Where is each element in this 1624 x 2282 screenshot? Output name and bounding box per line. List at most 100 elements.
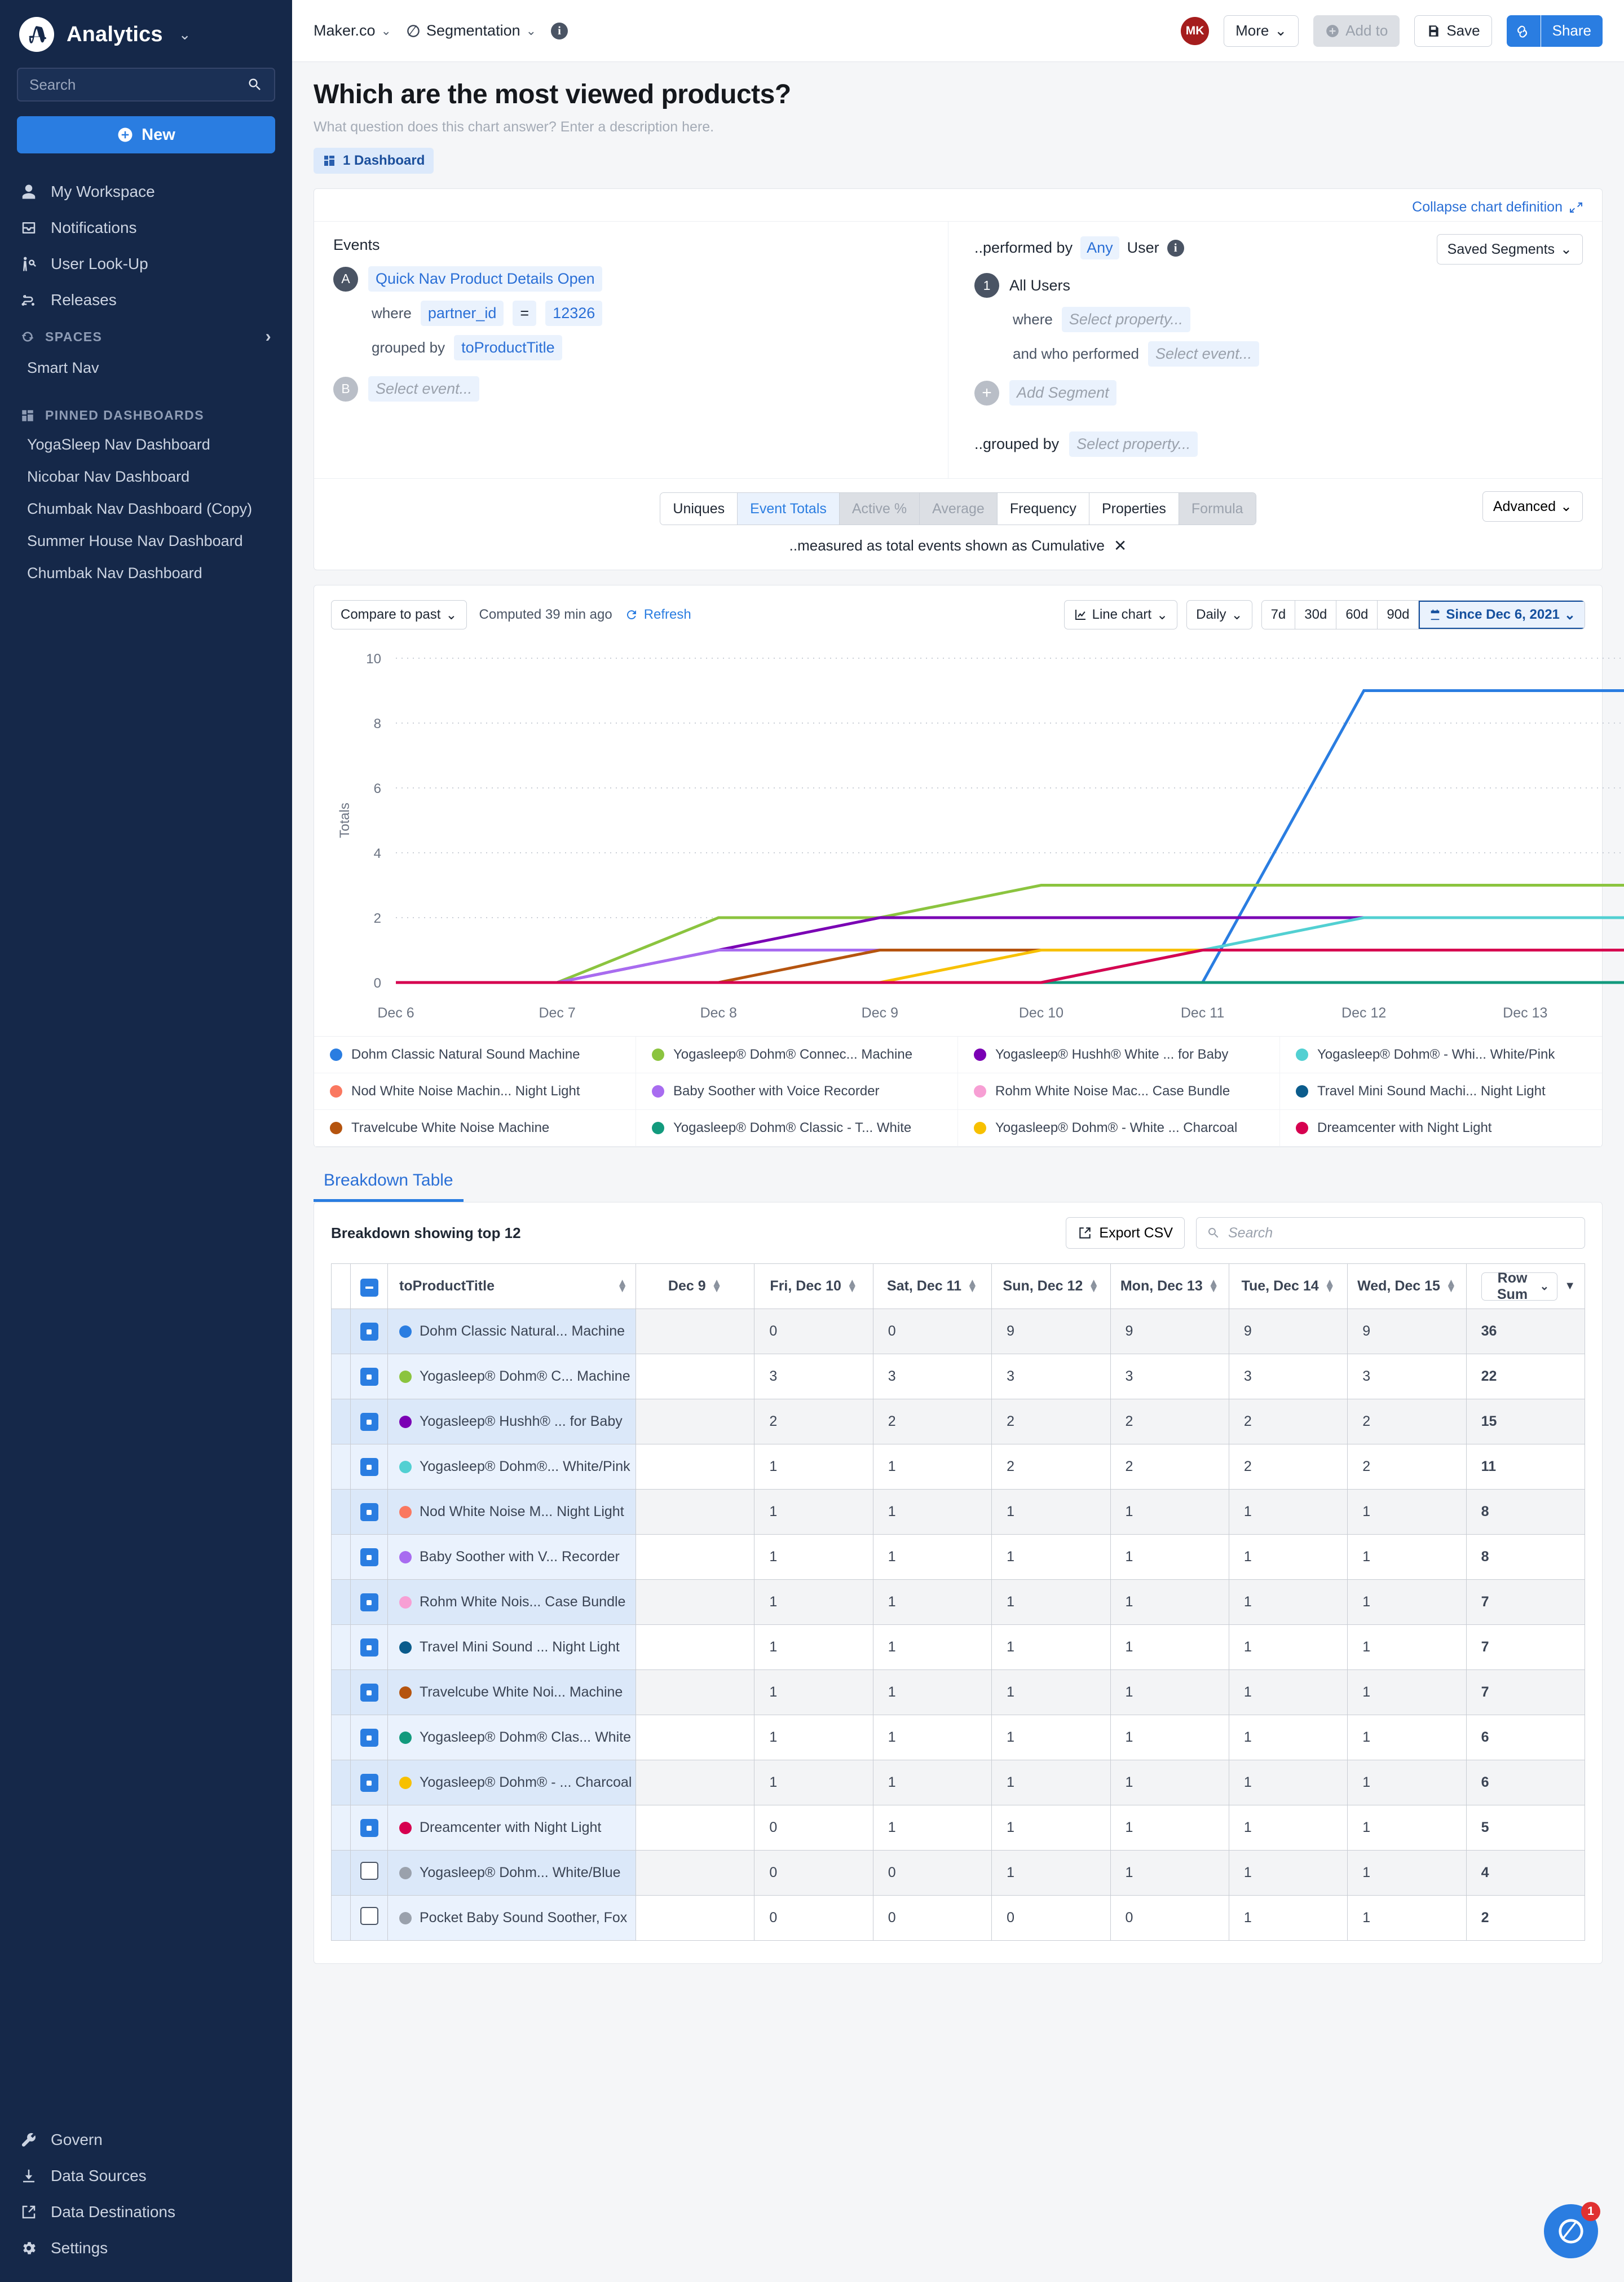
sidebar-dashboard-1[interactable]: Nicobar Nav Dashboard bbox=[0, 461, 292, 493]
tab-average[interactable]: Average bbox=[920, 493, 998, 525]
sidebar-item-govern[interactable]: Govern bbox=[0, 2122, 292, 2158]
table-row[interactable]: Baby Soother with V... Recorder 1 1 1 1 1 1 8 bbox=[331, 1534, 1586, 1580]
row-toggle-cell[interactable] bbox=[350, 1309, 388, 1354]
date-range-picker[interactable]: Since Dec 6, 2021 ⌄ bbox=[1419, 601, 1585, 629]
row-toggle-cell[interactable] bbox=[350, 1715, 388, 1760]
row-checkbox-unchecked[interactable] bbox=[360, 1907, 378, 1925]
page-description-placeholder[interactable]: What question does this chart answer? En… bbox=[314, 119, 1603, 135]
row-name-cell[interactable]: Nod White Noise M... Night Light bbox=[387, 1489, 636, 1535]
row-name-cell[interactable]: Baby Soother with V... Recorder bbox=[387, 1534, 636, 1580]
tab-formula[interactable]: Formula bbox=[1179, 493, 1256, 525]
legend-item[interactable]: Yogasleep® Dohm® Classic - T... White bbox=[636, 1110, 958, 1147]
row-toggle-cell[interactable] bbox=[350, 1624, 388, 1670]
row-checkbox-checked[interactable] bbox=[360, 1548, 378, 1567]
table-row[interactable]: Travel Mini Sound ... Night Light 1 1 1 1 1 1 7 bbox=[331, 1624, 1586, 1670]
sidebar-item-data-sources[interactable]: Data Sources bbox=[0, 2158, 292, 2194]
advanced-dropdown[interactable]: Advanced ⌄ bbox=[1482, 491, 1583, 522]
row-checkbox-checked[interactable] bbox=[360, 1323, 378, 1341]
row-name-cell[interactable]: Travelcube White Noi... Machine bbox=[387, 1669, 636, 1715]
collapse-all-toggle[interactable] bbox=[360, 1278, 378, 1297]
export-csv-button[interactable]: Export CSV bbox=[1066, 1217, 1185, 1249]
row-checkbox-checked[interactable] bbox=[360, 1413, 378, 1431]
row-toggle-cell[interactable] bbox=[350, 1534, 388, 1580]
add-segment-label[interactable]: Add Segment bbox=[1009, 380, 1116, 406]
row-checkbox-checked[interactable] bbox=[360, 1368, 378, 1386]
row-toggle-cell[interactable] bbox=[350, 1805, 388, 1851]
legend-item[interactable]: Nod White Noise Machin... Night Light bbox=[314, 1073, 636, 1110]
legend-item[interactable]: Travel Mini Sound Machi... Night Light bbox=[1280, 1073, 1602, 1110]
legend-item[interactable]: Rohm White Noise Mac... Case Bundle bbox=[958, 1073, 1280, 1110]
table-row[interactable]: Dohm Classic Natural... Machine 0 0 9 9 9 9 36 bbox=[331, 1309, 1586, 1354]
row-toggle-cell[interactable] bbox=[350, 1760, 388, 1805]
sidebar-item-my-workspace[interactable]: My Workspace bbox=[0, 174, 292, 210]
row-checkbox-checked[interactable] bbox=[360, 1638, 378, 1657]
name-column-header[interactable]: toProductTitle ▲ ▼ bbox=[387, 1263, 636, 1309]
tab-frequency[interactable]: Frequency bbox=[997, 493, 1089, 525]
sidebar-dashboard-3[interactable]: Summer House Nav Dashboard bbox=[0, 525, 292, 557]
row-toggle-cell[interactable] bbox=[350, 1895, 388, 1941]
dashboard-count-chip[interactable]: 1 Dashboard bbox=[314, 148, 434, 174]
table-row[interactable]: Pocket Baby Sound Soother, Fox 0 0 0 0 1 1 2 bbox=[331, 1895, 1586, 1941]
where-value-token[interactable]: 12326 bbox=[545, 301, 603, 326]
row-name-cell[interactable]: Yogasleep® Dohm... White/Blue bbox=[387, 1850, 636, 1896]
row-name-cell[interactable]: Dohm Classic Natural... Machine bbox=[387, 1309, 636, 1354]
legend-item[interactable]: Dreamcenter with Night Light bbox=[1280, 1110, 1602, 1147]
legend-item[interactable]: Yogasleep® Dohm® - Whi... White/Pink bbox=[1280, 1037, 1602, 1073]
column-header-5[interactable]: Tue, Dec 14 ▲ ▼ bbox=[1228, 1263, 1348, 1309]
column-header-1[interactable]: Fri, Dec 10 ▲ ▼ bbox=[754, 1263, 873, 1309]
table-row[interactable]: Dreamcenter with Night Light 0 1 1 1 1 1 5 bbox=[331, 1805, 1586, 1851]
row-name-cell[interactable]: Yogasleep® Dohm® C... Machine bbox=[387, 1354, 636, 1399]
share-button[interactable]: Share bbox=[1541, 15, 1603, 47]
row-checkbox-checked[interactable] bbox=[360, 1774, 378, 1792]
table-row[interactable]: Rohm White Nois... Case Bundle 1 1 1 1 1 1 7 bbox=[331, 1579, 1586, 1625]
add-to-button[interactable]: Add to bbox=[1313, 15, 1400, 47]
row-name-cell[interactable]: Yogasleep® Hushh® ... for Baby bbox=[387, 1399, 636, 1444]
refresh-button[interactable]: Refresh bbox=[625, 607, 691, 623]
compare-to-past-dropdown[interactable]: Compare to past ⌄ bbox=[331, 600, 467, 629]
spaces-section-header[interactable]: SPACES › bbox=[0, 318, 292, 352]
row-toggle-cell[interactable] bbox=[350, 1399, 388, 1444]
table-row[interactable]: Nod White Noise M... Night Light 1 1 1 1 1 1 8 bbox=[331, 1489, 1586, 1535]
sidebar-dashboard-4[interactable]: Chumbak Nav Dashboard bbox=[0, 557, 292, 589]
row-checkbox-checked[interactable] bbox=[360, 1819, 378, 1838]
legend-item[interactable]: Baby Soother with Voice Recorder bbox=[636, 1073, 958, 1110]
table-row[interactable]: Travelcube White Noi... Machine 1 1 1 1 1 1 7 bbox=[331, 1669, 1586, 1715]
row-checkbox-checked[interactable] bbox=[360, 1684, 378, 1702]
project-selector[interactable]: Maker.co ⌄ bbox=[314, 22, 391, 39]
event-a-name[interactable]: Quick Nav Product Details Open bbox=[368, 266, 602, 292]
tab-breakdown-table[interactable]: Breakdown Table bbox=[314, 1171, 464, 1202]
info-icon[interactable]: i bbox=[551, 22, 568, 39]
collapse-all-column[interactable] bbox=[350, 1263, 388, 1309]
row-name-cell[interactable]: Dreamcenter with Night Light bbox=[387, 1805, 636, 1851]
table-row[interactable]: Yogasleep® Dohm... White/Blue 0 0 1 1 1 1 4 bbox=[331, 1850, 1586, 1896]
saved-segments-dropdown[interactable]: Saved Segments ⌄ bbox=[1436, 234, 1583, 265]
row-toggle-cell[interactable] bbox=[350, 1850, 388, 1896]
table-search-input[interactable]: Search bbox=[1196, 1217, 1585, 1249]
row-toggle-cell[interactable] bbox=[350, 1354, 388, 1399]
range-30d[interactable]: 30d bbox=[1295, 601, 1337, 629]
row-name-cell[interactable]: Yogasleep® Dohm® - ... Charcoal bbox=[387, 1760, 636, 1805]
tab-properties[interactable]: Properties bbox=[1089, 493, 1179, 525]
row-checkbox-checked[interactable] bbox=[360, 1458, 378, 1477]
search-input[interactable]: Search bbox=[17, 68, 275, 102]
where-property-token[interactable]: partner_id bbox=[420, 301, 504, 326]
close-icon[interactable]: ✕ bbox=[1114, 536, 1127, 555]
avatar[interactable]: MK bbox=[1181, 16, 1210, 45]
interval-dropdown[interactable]: Daily ⌄ bbox=[1186, 600, 1252, 629]
row-sum-dropdown[interactable]: Row Sum ⌄ bbox=[1481, 1270, 1558, 1302]
segment-name[interactable]: All Users bbox=[1009, 277, 1070, 294]
row-toggle-cell[interactable] bbox=[350, 1444, 388, 1490]
legend-item[interactable]: Dohm Classic Natural Sound Machine bbox=[314, 1037, 636, 1073]
table-row[interactable]: Yogasleep® Hushh® ... for Baby 2 2 2 2 2 2 15 bbox=[331, 1399, 1586, 1444]
collapse-chart-definition-button[interactable]: Collapse chart definition bbox=[1412, 199, 1583, 215]
segment-where-select[interactable]: Select property... bbox=[1061, 307, 1190, 332]
copy-link-button[interactable] bbox=[1506, 15, 1541, 47]
column-header-6[interactable]: Wed, Dec 15 ▲ ▼ bbox=[1347, 1263, 1467, 1309]
range-7d[interactable]: 7d bbox=[1261, 601, 1296, 629]
table-row[interactable]: Yogasleep® Dohm®... White/Pink 1 1 2 2 2 2 11 bbox=[331, 1444, 1586, 1490]
row-checkbox-checked[interactable] bbox=[360, 1503, 378, 1522]
column-header-0[interactable]: Dec 9 ▲ ▼ bbox=[635, 1263, 755, 1309]
legend-item[interactable]: Yogasleep® Dohm® Connec... Machine bbox=[636, 1037, 958, 1073]
help-button[interactable]: 1 bbox=[1544, 2202, 1600, 2258]
chevron-down-icon[interactable]: ⌄ bbox=[179, 26, 191, 43]
